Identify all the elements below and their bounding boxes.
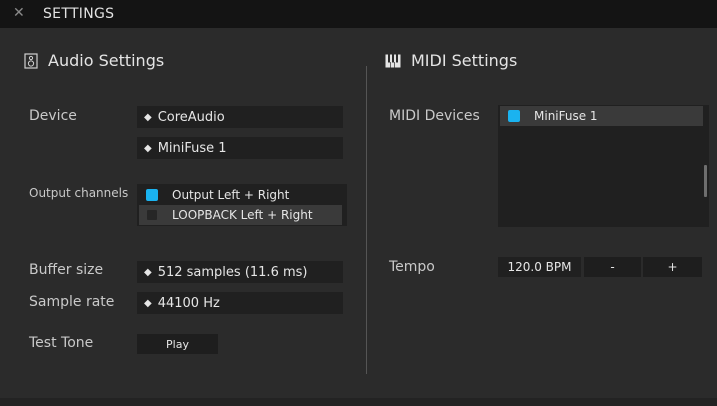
close-icon[interactable]: ✕ [13,6,27,20]
output-channels-list: Output Left + Right LOOPBACK Left + Righ… [137,184,347,226]
device-driver-select[interactable]: ◆ CoreAudio [137,106,343,128]
midi-device-item[interactable]: MiniFuse 1 [500,106,703,126]
buffer-size-label: Buffer size [29,262,104,278]
updown-arrow-icon: ◆ [144,266,152,278]
checkbox-unchecked[interactable] [146,209,158,221]
midi-list-scrollbar[interactable] [704,165,707,197]
checkbox-checked[interactable] [508,110,520,122]
midi-devices-list: MiniFuse 1 [498,105,709,227]
window-title: SETTINGS [43,6,115,22]
tempo-plus-button[interactable]: + [643,257,702,277]
speaker-icon [24,52,38,69]
device-name-value: MiniFuse 1 [157,140,227,156]
buffer-size-select[interactable]: ◆ 512 samples (11.6 ms) [137,261,343,283]
output-channel-label: LOOPBACK Left + Right [172,208,313,222]
sample-rate-value: 44100 Hz [157,295,220,311]
output-channel-label: Output Left + Right [172,188,290,202]
piano-keys-icon [385,54,401,67]
updown-arrow-icon: ◆ [144,111,152,123]
tempo-label: Tempo [389,259,435,275]
midi-section-title: MIDI Settings [411,51,518,70]
updown-arrow-icon: ◆ [144,142,152,154]
sample-rate-label: Sample rate [29,294,115,310]
title-bar: ✕ SETTINGS [0,0,717,28]
bottom-strip [0,398,717,406]
output-channels-label: Output channels [29,186,129,200]
device-driver-value: CoreAudio [157,109,225,125]
audio-section-header: Audio Settings [24,51,164,70]
test-tone-label: Test Tone [29,335,94,351]
section-divider [366,66,367,374]
audio-section-title: Audio Settings [48,51,165,70]
midi-devices-label: MIDI Devices [389,108,480,124]
output-channel-item[interactable]: LOOPBACK Left + Right [139,205,342,225]
updown-arrow-icon: ◆ [144,297,152,309]
midi-device-label: MiniFuse 1 [534,109,598,123]
device-label: Device [29,108,77,124]
sample-rate-select[interactable]: ◆ 44100 Hz [137,292,343,314]
tempo-minus-button[interactable]: - [584,257,641,277]
play-button[interactable]: Play [137,334,218,354]
checkbox-checked[interactable] [146,189,158,201]
output-channel-item[interactable]: Output Left + Right [137,185,347,205]
device-name-select[interactable]: ◆ MiniFuse 1 [137,137,343,159]
buffer-size-value: 512 samples (11.6 ms) [157,264,308,280]
midi-section-header: MIDI Settings [385,51,517,70]
tempo-value[interactable]: 120.0 BPM [498,257,581,277]
